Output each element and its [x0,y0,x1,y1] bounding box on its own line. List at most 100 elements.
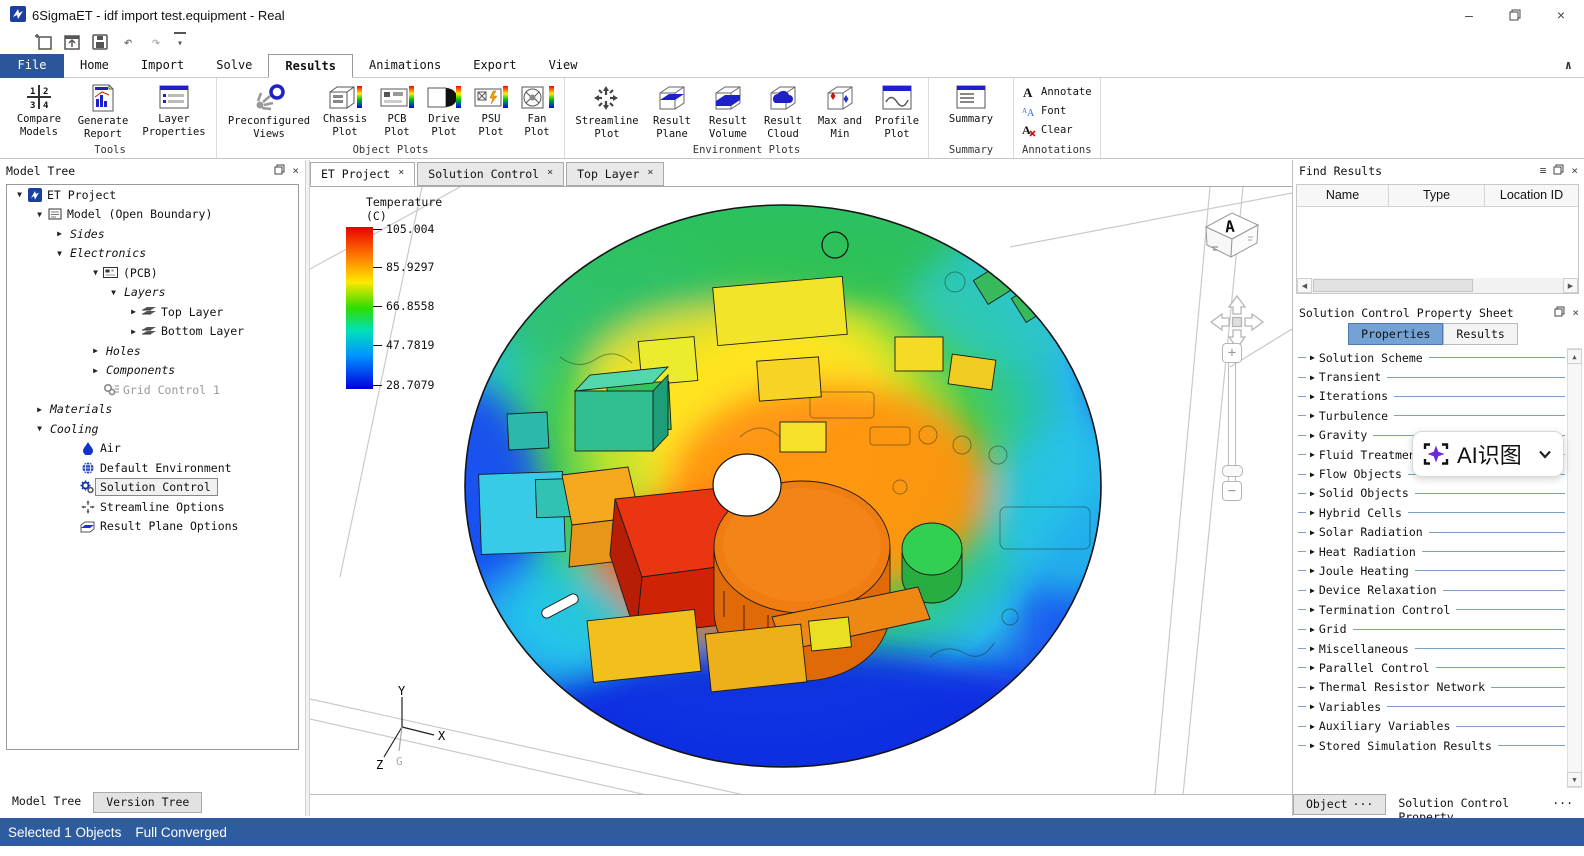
tree-item-holes[interactable]: ▶ Holes [7,341,298,361]
expander-icon[interactable]: ▼ [33,424,46,433]
tree-item-sides[interactable]: ▶ Sides [7,224,298,244]
chevron-down-icon[interactable] [1537,446,1553,462]
tab-properties[interactable]: Properties [1348,323,1443,345]
expander-icon[interactable]: ▶ [89,366,102,375]
vertical-scrollbar[interactable]: ▲ ▼ [1567,348,1582,788]
model-3d-view[interactable]: Temperature (C) 105.004 85.9297 66.8558 … [310,186,1292,794]
minimize-button[interactable]: – [1446,0,1492,30]
streamline-plot-button[interactable]: Streamline Plot [571,80,643,140]
menu-icon[interactable]: ≡ [1540,164,1547,177]
property-section-iterations[interactable]: ▶Iterations [1293,387,1584,406]
tree-item-components[interactable]: ▶ Components [7,361,298,381]
zoom-slider-track[interactable] [1228,363,1236,481]
expander-icon[interactable]: ▼ [89,268,102,277]
property-section-heat-radiation[interactable]: ▶Heat Radiation [1293,542,1584,561]
tree-item-model[interactable]: ▼ Model (Open Boundary) [7,205,298,225]
tab-results[interactable]: Results [1443,323,1517,345]
drive-plot-button[interactable]: Drive Plot [422,80,466,138]
tab-home[interactable]: Home [64,54,125,78]
close-panel-icon[interactable]: × [1571,164,1578,177]
close-panel-icon[interactable]: × [1572,306,1579,319]
property-section-auxiliary-variables[interactable]: ▶Auxiliary Variables [1293,716,1584,735]
summary-button[interactable]: Summary [943,80,999,126]
expander-icon[interactable]: ▶ [89,346,102,355]
tree-item-solution-control[interactable]: Solution Control [7,478,298,498]
redo-icon[interactable]: ↷ [146,32,166,52]
tree-item-cooling[interactable]: ▼ Cooling [7,419,298,439]
tree-item-top-layer[interactable]: ▶ Top Layer [7,302,298,322]
result-cloud-button[interactable]: Result Cloud [758,80,808,140]
tree-item-result-plane-options[interactable]: Result Plane Options [7,517,298,537]
tree-item-pcb[interactable]: ▼ (PCB) [7,263,298,283]
property-section-solar-radiation[interactable]: ▶Solar Radiation [1293,523,1584,542]
property-section-thermal-resistor-network[interactable]: ▶Thermal Resistor Network [1293,678,1584,697]
tab-animations[interactable]: Animations [353,54,457,78]
expander-icon[interactable]: ▼ [53,249,66,258]
viewport-tab-et-project[interactable]: ET Project × [310,162,415,186]
object-tab[interactable]: Object ··· [1293,794,1386,815]
tree-item-et-project[interactable]: ▼ ET Project [7,185,298,205]
close-tab-icon[interactable]: × [398,167,404,181]
model-tree-tab[interactable]: Model Tree [0,792,93,813]
fan-plot-button[interactable]: Fan Plot [516,80,558,138]
property-section-parallel-control[interactable]: ▶Parallel Control [1293,658,1584,677]
property-section-variables[interactable]: ▶Variables [1293,697,1584,716]
collapse-ribbon-icon[interactable]: ∧ [1565,58,1572,72]
close-button[interactable]: × [1538,0,1584,30]
open-project-icon[interactable] [62,32,82,52]
version-tree-tab[interactable]: Version Tree [93,792,202,813]
expander-icon[interactable]: ▶ [53,229,66,238]
close-tab-icon[interactable]: × [547,167,553,181]
tab-export[interactable]: Export [457,54,532,78]
tab-import[interactable]: Import [125,54,200,78]
scroll-down-icon[interactable]: ▼ [1567,772,1582,787]
save-icon[interactable] [90,32,110,52]
result-volume-button[interactable]: Result Volume [701,80,755,140]
property-section-hybrid-cells[interactable]: ▶Hybrid Cells [1293,503,1584,522]
view-cube[interactable]: A [1198,203,1264,269]
property-section-transient[interactable]: ▶Transient [1293,367,1584,386]
tree-item-electronics[interactable]: ▼ Electronics [7,244,298,264]
solution-control-property-tab[interactable]: Solution Control Property ··· [1386,794,1584,815]
pcb-plot-button[interactable]: PCB Plot [375,80,419,138]
expander-icon[interactable]: ▶ [33,405,46,414]
scroll-right-icon[interactable]: ▶ [1563,278,1578,293]
property-section-miscellaneous[interactable]: ▶Miscellaneous [1293,639,1584,658]
tab-solve[interactable]: Solve [200,54,268,78]
new-project-icon[interactable] [34,32,54,52]
zoom-in-button[interactable]: + [1222,343,1242,363]
toolbar-options-icon[interactable]: ▾ [174,32,186,52]
profile-plot-button[interactable]: Profile Plot [872,80,922,140]
max-and-min-button[interactable]: Max and Min [811,80,869,140]
float-panel-icon[interactable] [274,164,285,178]
scroll-left-icon[interactable]: ◀ [1297,278,1312,293]
viewport-tab-solution-control[interactable]: Solution Control × [417,162,564,186]
ai-recognize-overlay[interactable]: AI识图 [1412,431,1564,477]
property-section-stored-simulation-results[interactable]: ▶Stored Simulation Results [1293,736,1584,755]
annotate-button[interactable]: A Annotate [1022,82,1092,101]
property-section-device-relaxation[interactable]: ▶Device Relaxation [1293,581,1584,600]
layer-properties-button[interactable]: Layer Properties [138,80,210,138]
zoom-slider-handle[interactable] [1222,465,1243,477]
tree-item-grid-control[interactable]: Grid Control 1 [7,380,298,400]
undo-icon[interactable]: ↶ [118,32,138,52]
expander-icon[interactable]: ▼ [33,210,46,219]
property-section-turbulence[interactable]: ▶Turbulence [1293,406,1584,425]
tree-item-materials[interactable]: ▶ Materials [7,400,298,420]
tree-item-layers[interactable]: ▼ Layers [7,283,298,303]
result-plane-button[interactable]: Result Plane [646,80,698,140]
property-section-solution-scheme[interactable]: ▶Solution Scheme [1293,348,1584,367]
tree-item-default-environment[interactable]: Default Environment [7,458,298,478]
tab-file[interactable]: File [0,54,64,78]
tab-view[interactable]: View [533,54,594,78]
tree-item-bottom-layer[interactable]: ▶ Bottom Layer [7,322,298,342]
scrollbar-thumb[interactable] [1313,279,1473,292]
viewport-tab-top-layer[interactable]: Top Layer × [566,162,664,186]
chassis-plot-button[interactable]: Chassis Plot [318,80,372,138]
property-section-grid[interactable]: ▶Grid [1293,619,1584,638]
property-section-joule-heating[interactable]: ▶Joule Heating [1293,561,1584,580]
tab-results[interactable]: Results [268,54,353,78]
column-header-type[interactable]: Type [1389,185,1485,206]
expander-icon[interactable]: ▶ [127,327,140,336]
compare-models-button[interactable]: 1234 Compare Models [10,80,68,138]
